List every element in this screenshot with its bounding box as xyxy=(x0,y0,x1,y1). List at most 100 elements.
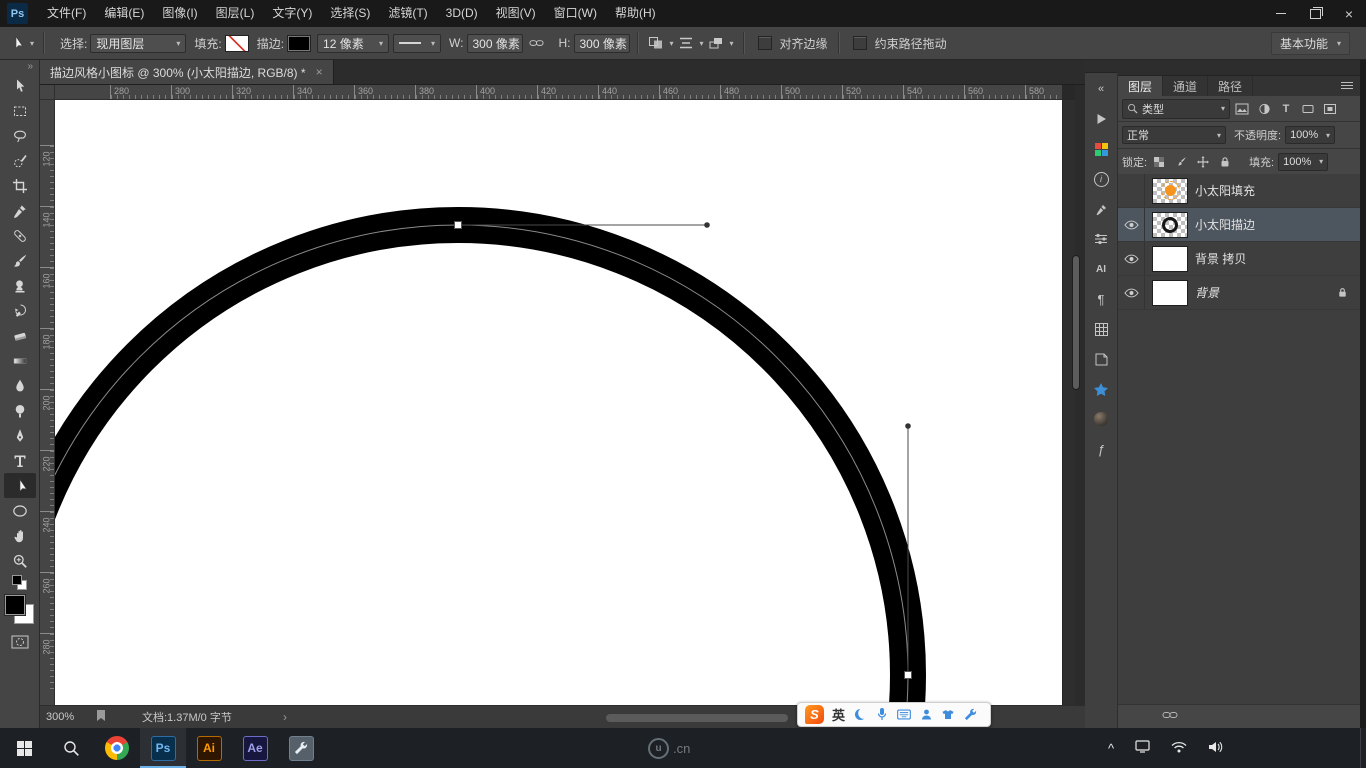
tool-clone-stamp[interactable] xyxy=(4,273,36,298)
menu-edit[interactable]: 编辑(E) xyxy=(95,0,153,27)
tool-quick-selection[interactable] xyxy=(4,148,36,173)
filter-adjustment-layers-icon[interactable] xyxy=(1254,100,1274,118)
layer-name[interactable]: 小太阳描边 xyxy=(1195,216,1255,233)
tab-layers[interactable]: 图层 xyxy=(1118,76,1163,96)
stroke-swatch[interactable] xyxy=(287,35,311,52)
taskbar-capture-tool-icon[interactable] xyxy=(278,728,324,768)
menu-file[interactable]: 文件(F) xyxy=(38,0,95,27)
tool-crop[interactable] xyxy=(4,173,36,198)
layer-name[interactable]: 背景 拷贝 xyxy=(1195,250,1246,267)
foreground-color-swatch[interactable] xyxy=(5,595,25,615)
layer-name[interactable]: 背景 xyxy=(1195,284,1219,301)
foreground-background-swatches[interactable] xyxy=(5,595,34,624)
collapse-tools-icon[interactable]: » xyxy=(27,60,39,73)
visibility-toggle[interactable] xyxy=(1118,208,1145,241)
handle-point[interactable] xyxy=(704,222,710,228)
display-tray-icon[interactable] xyxy=(1135,740,1150,756)
stroke-width-dropdown[interactable]: 12 像素▾ xyxy=(317,34,389,53)
taskbar-photoshop-icon[interactable]: Ps xyxy=(140,728,186,768)
panel-menu-button[interactable] xyxy=(1340,76,1360,96)
tool-preset-button[interactable]: ▾ xyxy=(6,32,36,54)
hidden-icons-chevron[interactable]: ^ xyxy=(1108,741,1114,756)
dock-gripper[interactable] xyxy=(1118,60,1360,76)
select-mode-dropdown[interactable]: 现用图层▾ xyxy=(90,34,186,53)
ime-language-indicator[interactable]: 英 xyxy=(832,705,845,724)
dock-gripper[interactable] xyxy=(1085,60,1117,73)
skin-icon[interactable] xyxy=(941,708,955,722)
actions-panel-icon[interactable] xyxy=(1089,109,1113,129)
menu-type[interactable]: 文字(Y) xyxy=(263,0,321,27)
workspace-switcher[interactable]: 基本功能▾ xyxy=(1271,32,1350,55)
lock-transparency-icon[interactable] xyxy=(1149,153,1169,171)
taskbar-aftereffects-icon[interactable]: Ae xyxy=(232,728,278,768)
tab-close-icon[interactable]: × xyxy=(316,65,323,79)
filter-pixel-layers-icon[interactable] xyxy=(1232,100,1252,118)
filter-kind-dropdown[interactable]: 类型 ▾ xyxy=(1122,99,1230,119)
height-field[interactable]: 300 像素 xyxy=(574,34,630,53)
visibility-toggle[interactable] xyxy=(1118,242,1145,275)
show-desktop-button[interactable] xyxy=(1360,728,1366,768)
tool-path-selection[interactable] xyxy=(4,473,36,498)
width-field[interactable]: 300 像素 xyxy=(467,34,523,53)
character-panel-icon[interactable]: AI xyxy=(1089,259,1113,279)
stroke-style-dropdown[interactable]: ▾ xyxy=(393,34,441,53)
night-mode-icon[interactable] xyxy=(853,708,867,722)
layer-thumbnail[interactable] xyxy=(1152,212,1188,238)
adjustments-panel-icon[interactable] xyxy=(1089,229,1113,249)
anchor-point[interactable] xyxy=(455,222,462,229)
tool-eraser[interactable] xyxy=(4,323,36,348)
status-expand-icon[interactable]: › xyxy=(283,710,287,724)
menu-3d[interactable]: 3D(D) xyxy=(437,0,487,27)
restore-button[interactable] xyxy=(1298,0,1332,27)
fill-swatch[interactable] xyxy=(225,35,249,52)
default-colors-icon[interactable] xyxy=(12,575,27,590)
path-operations-button[interactable]: ▾ xyxy=(646,32,676,54)
color-sampler-panel-icon[interactable] xyxy=(1089,199,1113,219)
blend-mode-dropdown[interactable]: 正常▾ xyxy=(1122,126,1226,144)
taskbar-chrome-icon[interactable] xyxy=(94,728,140,768)
layer-row-background[interactable]: 背景 xyxy=(1118,276,1360,310)
constrain-path-checkbox[interactable] xyxy=(853,36,867,50)
layer-thumbnail[interactable] xyxy=(1152,280,1188,306)
document-tab[interactable]: 描边风格小图标 @ 300% (小太阳描边, RGB/8) * × xyxy=(40,60,334,84)
anchor-point[interactable] xyxy=(905,672,912,679)
menu-help[interactable]: 帮助(H) xyxy=(606,0,665,27)
filter-type-layers-icon[interactable]: T xyxy=(1276,100,1296,118)
scripts-panel-icon[interactable]: ƒ xyxy=(1089,439,1113,459)
layer-name[interactable]: 小太阳填充 xyxy=(1195,182,1255,199)
horizontal-scrollbar-thumb[interactable] xyxy=(606,714,788,722)
tool-blur[interactable] xyxy=(4,373,36,398)
filter-smart-objects-icon[interactable] xyxy=(1320,100,1340,118)
tool-zoom[interactable] xyxy=(4,548,36,573)
layer-thumbnail[interactable] xyxy=(1152,178,1188,204)
tab-paths[interactable]: 路径 xyxy=(1208,76,1253,96)
vertical-scrollbar[interactable] xyxy=(1062,100,1075,705)
tool-rectangular-marquee[interactable] xyxy=(4,98,36,123)
tool-history-brush[interactable] xyxy=(4,298,36,323)
tool-brush[interactable] xyxy=(4,248,36,273)
menu-window[interactable]: 窗口(W) xyxy=(545,0,606,27)
layer-thumbnail[interactable] xyxy=(1152,246,1188,272)
taskbar-illustrator-icon[interactable]: Ai xyxy=(186,728,232,768)
tool-eyedropper[interactable] xyxy=(4,198,36,223)
menu-view[interactable]: 视图(V) xyxy=(487,0,545,27)
link-dimensions-button[interactable] xyxy=(523,32,551,54)
tool-pen[interactable] xyxy=(4,423,36,448)
menu-layer[interactable]: 图层(L) xyxy=(207,0,264,27)
link-layers-button[interactable] xyxy=(1162,709,1178,724)
lock-pixels-icon[interactable] xyxy=(1171,153,1191,171)
lock-position-icon[interactable] xyxy=(1193,153,1213,171)
tool-type[interactable] xyxy=(4,448,36,473)
favorites-star-icon[interactable] xyxy=(1089,379,1113,399)
network-tray-icon[interactable] xyxy=(1171,741,1187,756)
keyboard-icon[interactable] xyxy=(897,708,911,722)
sogou-logo-icon[interactable]: S xyxy=(805,705,824,724)
paragraph-panel-icon[interactable]: ¶ xyxy=(1089,289,1113,309)
filter-shape-layers-icon[interactable] xyxy=(1298,100,1318,118)
visibility-toggle[interactable] xyxy=(1118,276,1145,309)
styles-panel-icon[interactable] xyxy=(1089,349,1113,369)
fill-opacity-dropdown[interactable]: 100%▾ xyxy=(1278,153,1328,171)
handle-point[interactable] xyxy=(905,423,911,429)
layer-row-background-copy[interactable]: 背景 拷贝 xyxy=(1118,242,1360,276)
visibility-toggle[interactable] xyxy=(1118,174,1145,207)
